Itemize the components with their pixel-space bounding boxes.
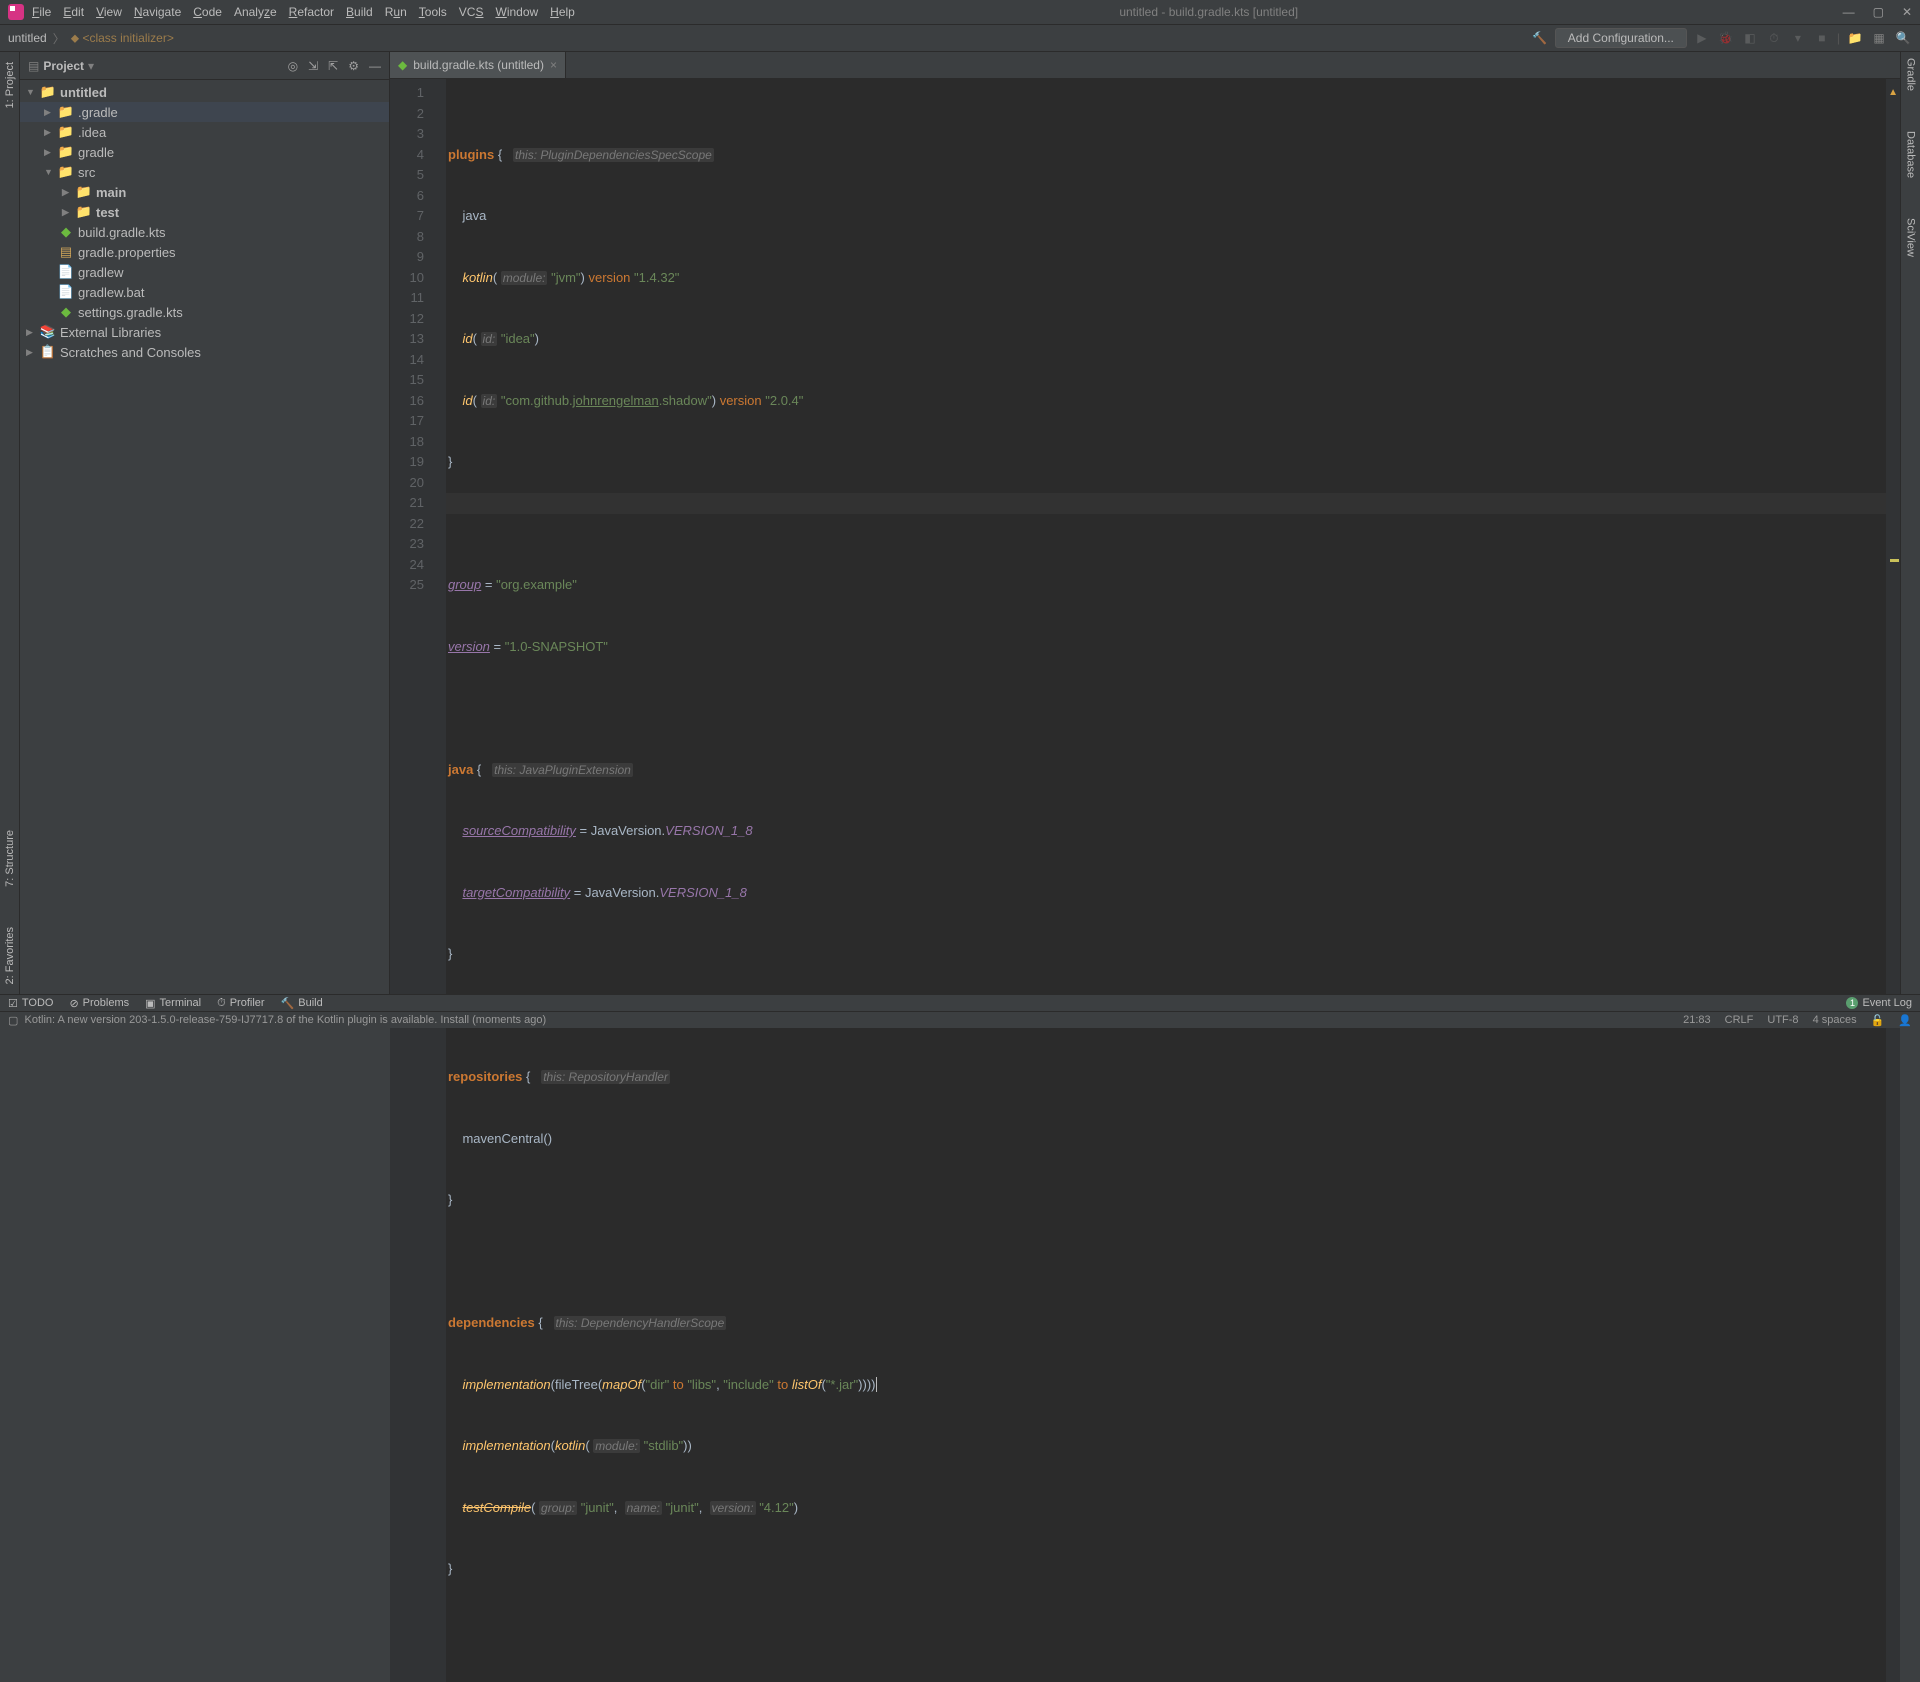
tree-row[interactable]: 📄gradlew.bat <box>20 282 389 302</box>
tree-row[interactable]: ▶📁.gradle <box>20 102 389 122</box>
menu-refactor[interactable]: Refactor <box>289 5 334 19</box>
project-panel: ▤ Project ▾ ◎ ⇲ ⇱ ⚙ — ▼📁untitled ▶📁.grad… <box>20 52 390 994</box>
main-menu: File Edit View Navigate Code Analyze Ref… <box>32 5 575 19</box>
toolwindow-gradle-tab[interactable]: Gradle <box>1905 58 1917 91</box>
menu-build[interactable]: Build <box>346 5 373 19</box>
tree-scratches[interactable]: ▶📋Scratches and Consoles <box>20 342 389 362</box>
tab-label: build.gradle.kts (untitled) <box>413 58 544 72</box>
toolwindow-todo[interactable]: ☑ TODO <box>8 997 53 1010</box>
menu-code[interactable]: Code <box>193 5 222 19</box>
breadcrumb-sep: 〉 <box>53 30 65 47</box>
tree-row[interactable]: 📄gradlew <box>20 262 389 282</box>
menu-help[interactable]: Help <box>550 5 575 19</box>
chevron-down-icon[interactable]: ▾ <box>88 59 94 73</box>
toolwindow-sciview-tab[interactable]: SciView <box>1905 218 1917 257</box>
tree-external-libraries[interactable]: ▶📚External Libraries <box>20 322 389 342</box>
gradle-file-icon: ◆ <box>398 58 407 72</box>
right-toolwindow-bar: Gradle Database SciView <box>1900 52 1920 994</box>
app-icon <box>8 4 24 20</box>
hide-icon[interactable]: — <box>369 59 381 73</box>
collapse-icon[interactable]: ⇲ <box>308 59 318 73</box>
debug-icon[interactable]: 🐞 <box>1717 29 1735 47</box>
titlebar: File Edit View Navigate Code Analyze Ref… <box>0 0 1920 24</box>
dropdown-icon[interactable]: ▾ <box>1789 29 1807 47</box>
inspect-icon[interactable]: 👤 <box>1898 1014 1912 1027</box>
toolwindow-favorites-tab[interactable]: 2: Favorites <box>4 927 16 984</box>
toolwindow-structure-tab[interactable]: 7: Structure <box>4 830 16 887</box>
tree-row[interactable]: ▶📁gradle <box>20 142 389 162</box>
close-icon[interactable]: ✕ <box>1902 5 1912 19</box>
stop-icon[interactable]: ■ <box>1813 29 1831 47</box>
menu-window[interactable]: Window <box>495 5 538 19</box>
structure-icon[interactable]: ▦ <box>1870 29 1888 47</box>
stripe-mark[interactable] <box>1890 559 1899 562</box>
menu-analyze[interactable]: Analyze <box>234 5 277 19</box>
tab-close-icon[interactable]: × <box>550 58 557 72</box>
editor-tab-build-gradle[interactable]: ◆ build.gradle.kts (untitled) × <box>390 52 566 78</box>
tree-row[interactable]: ◆build.gradle.kts <box>20 222 389 242</box>
toolwindow-database-tab[interactable]: Database <box>1905 131 1917 178</box>
project-panel-header: ▤ Project ▾ ◎ ⇲ ⇱ ⚙ — <box>20 52 389 80</box>
search-icon[interactable]: 🔍 <box>1894 29 1912 47</box>
fold-gutter <box>432 79 446 1682</box>
menu-run[interactable]: Run <box>385 5 407 19</box>
line-number-gutter: 1234567891011121314151617181920212223242… <box>390 79 432 1682</box>
editor-area: ◆ build.gradle.kts (untitled) × 12345678… <box>390 52 1900 994</box>
navbar: untitled 〉 ⬥ <class initializer> 🔨 Add C… <box>0 24 1920 52</box>
scope-icon[interactable]: ◎ <box>288 59 298 73</box>
breadcrumb: untitled 〉 ⬥ <class initializer> <box>8 30 174 47</box>
editor-tabs: ◆ build.gradle.kts (untitled) × <box>390 52 1900 79</box>
menu-view[interactable]: View <box>96 5 122 19</box>
toolwindow-problems[interactable]: ⊘ Problems <box>69 997 129 1010</box>
toolwindow-project-tab[interactable]: 1: Project <box>4 62 16 108</box>
project-tree[interactable]: ▼📁untitled ▶📁.gradle▶📁.idea▶📁gradle▼📁src… <box>20 80 389 364</box>
build-hammer-icon[interactable]: 🔨 <box>1531 29 1549 47</box>
project-view-icon: ▤ <box>28 59 39 73</box>
vcs-icon[interactable]: 📁 <box>1846 29 1864 47</box>
tree-row[interactable]: ▶📁.idea <box>20 122 389 142</box>
tree-row[interactable]: ▶📁test <box>20 202 389 222</box>
project-panel-title[interactable]: Project <box>43 59 84 73</box>
editor-marker-strip[interactable]: ▲ <box>1886 79 1900 1682</box>
add-configuration-button[interactable]: Add Configuration... <box>1555 28 1687 48</box>
code-editor[interactable]: 1234567891011121314151617181920212223242… <box>390 79 1900 1682</box>
menu-vcs[interactable]: VCS <box>459 5 484 19</box>
tree-row[interactable]: ▶📁main <box>20 182 389 202</box>
menu-navigate[interactable]: Navigate <box>134 5 181 19</box>
toolwindow-terminal[interactable]: ▣ Terminal <box>145 997 201 1010</box>
tree-row[interactable]: ▤gradle.properties <box>20 242 389 262</box>
run-icon[interactable]: ▶ <box>1693 29 1711 47</box>
expand-icon[interactable]: ⇱ <box>328 59 338 73</box>
tree-row[interactable]: ▼📁src <box>20 162 389 182</box>
breadcrumb-project[interactable]: untitled <box>8 31 47 45</box>
tree-root[interactable]: ▼📁untitled <box>20 82 389 102</box>
breadcrumb-context[interactable]: ⬥ <class initializer> <box>71 31 174 46</box>
coverage-icon[interactable]: ◧ <box>1741 29 1759 47</box>
menu-edit[interactable]: Edit <box>63 5 84 19</box>
menu-file[interactable]: File <box>32 5 51 19</box>
toolwindows-icon[interactable]: ▢ <box>8 1014 18 1027</box>
menu-tools[interactable]: Tools <box>419 5 447 19</box>
window-title: untitled - build.gradle.kts [untitled] <box>575 5 1843 19</box>
profile-icon[interactable]: ⏱ <box>1765 29 1783 47</box>
toolwindow-profiler[interactable]: ⏱ Profiler <box>217 997 264 1010</box>
toolwindow-build[interactable]: 🔨 Build <box>281 997 323 1010</box>
minimize-icon[interactable]: — <box>1843 5 1855 19</box>
gear-icon[interactable]: ⚙ <box>348 59 359 73</box>
tree-row[interactable]: ◆settings.gradle.kts <box>20 302 389 322</box>
code-content[interactable]: plugins { this: PluginDependenciesSpecSc… <box>446 79 1886 1682</box>
warning-icon[interactable]: ▲ <box>1888 83 1898 104</box>
maximize-icon[interactable]: ▢ <box>1873 5 1884 19</box>
